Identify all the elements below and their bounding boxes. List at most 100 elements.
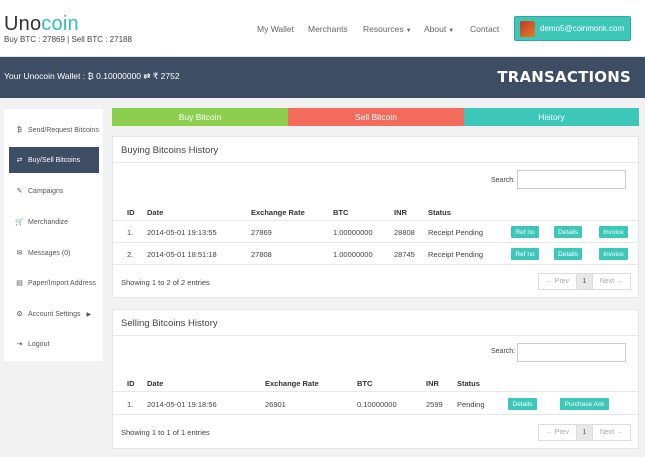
column-header[interactable]: Date bbox=[147, 208, 163, 217]
top-navbar: Unocoin Buy BTC : 27869 | Sell BTC : 271… bbox=[0, 0, 645, 57]
sidebar-item-paper-import[interactable]: ▤ Paper/Import Address bbox=[9, 270, 99, 296]
nav-about[interactable]: About ▼ bbox=[424, 24, 454, 34]
sidebar-item-merchandize[interactable]: 🛒 Merchandize bbox=[9, 209, 99, 235]
sidebar-item-label: Logout bbox=[28, 340, 50, 348]
cell-id: 1. bbox=[127, 228, 134, 237]
pagination: ← Prev 1 Next → bbox=[538, 424, 631, 441]
invoice-button[interactable]: Invoice bbox=[599, 248, 628, 260]
column-header[interactable]: INR bbox=[394, 208, 407, 217]
column-header[interactable]: ID bbox=[127, 379, 135, 388]
prev-page-button[interactable]: ← Prev bbox=[539, 274, 577, 289]
column-header[interactable]: Status bbox=[428, 208, 451, 217]
logo-text: Uno bbox=[4, 13, 42, 35]
cell-rate: 26901 bbox=[265, 400, 286, 409]
column-header[interactable]: BTC bbox=[333, 208, 348, 217]
next-page-button[interactable]: Next → bbox=[593, 274, 630, 289]
cell-inr: 28808 bbox=[394, 228, 415, 237]
cell-inr: 2599 bbox=[426, 400, 443, 409]
next-page-button[interactable]: Next → bbox=[593, 425, 630, 440]
search-label: Search: bbox=[491, 348, 516, 355]
cell-btc: 1.00000000 bbox=[333, 228, 373, 237]
column-header[interactable]: Date bbox=[147, 379, 163, 388]
cell-btc: 0.10000000 bbox=[357, 400, 397, 409]
bitcoin-icon: ₿ bbox=[16, 126, 23, 134]
purchase-ack-button[interactable]: Purchase Ack bbox=[560, 398, 609, 410]
cell-status: Receipt Pending bbox=[428, 228, 484, 237]
column-header[interactable]: Status bbox=[457, 379, 480, 388]
column-header[interactable]: Exchange Rate bbox=[265, 379, 319, 388]
pagination: ← Prev 1 Next → bbox=[538, 273, 631, 290]
panel-title: Selling Bitcoins History bbox=[121, 318, 218, 329]
search-label: Search: bbox=[491, 177, 516, 184]
cell-inr: 28745 bbox=[394, 250, 415, 259]
details-button[interactable]: Details bbox=[554, 226, 582, 238]
divider bbox=[113, 264, 638, 265]
ref-no-button[interactable]: Ref no bbox=[511, 226, 539, 238]
column-header[interactable]: Exchange Rate bbox=[251, 208, 305, 217]
avatar bbox=[520, 21, 535, 37]
panel-title: Buying Bitcoins History bbox=[121, 145, 219, 156]
nav-merchants[interactable]: Merchants bbox=[308, 24, 348, 34]
search-input[interactable] bbox=[517, 170, 626, 189]
cell-rate: 27869 bbox=[251, 228, 272, 237]
sidebar-item-send-request[interactable]: ₿ Send/Request Bitcoins bbox=[9, 117, 99, 143]
cell-id: 1. bbox=[127, 400, 134, 409]
prev-page-button[interactable]: ← Prev bbox=[539, 425, 577, 440]
nav-label: Contact bbox=[470, 24, 500, 34]
logo[interactable]: Unocoin bbox=[4, 13, 79, 36]
logo-accent-text: coin bbox=[41, 13, 79, 35]
cell-status: Receipt Pending bbox=[428, 250, 484, 259]
search-input[interactable] bbox=[517, 343, 626, 362]
sidebar-item-campaigns[interactable]: ✎ Campaigns bbox=[9, 178, 99, 204]
tab-label: Buy Bitcoin bbox=[178, 112, 222, 122]
sidebar-item-label: Paper/Import Address bbox=[28, 279, 96, 287]
column-header[interactable]: BTC bbox=[357, 379, 372, 388]
file-icon: ▤ bbox=[16, 280, 23, 287]
envelope-icon: ✉ bbox=[16, 250, 23, 257]
page-title: TRANSACTIONS bbox=[497, 68, 631, 86]
tab-label: History bbox=[538, 112, 565, 122]
divider bbox=[113, 391, 638, 392]
entries-info: Showing 1 to 2 of 2 entries bbox=[121, 278, 210, 287]
details-button[interactable]: Details bbox=[508, 398, 537, 410]
sidebar-item-label: Account Settings bbox=[28, 310, 81, 318]
nav-resources[interactable]: Resources ▼ bbox=[363, 24, 412, 34]
nav-contact[interactable]: Contact bbox=[470, 24, 499, 34]
page-number-button[interactable]: 1 bbox=[577, 274, 593, 289]
sidebar-item-account-settings[interactable]: ⚙ Account Settings ▶ bbox=[9, 301, 99, 327]
chevron-down-icon: ▼ bbox=[448, 28, 455, 34]
cell-date: 2014-05-01 19:13:55 bbox=[147, 228, 217, 237]
cell-status: Pending bbox=[457, 400, 485, 409]
sidebar-item-label: Buy/Sell Bitcoins bbox=[28, 156, 81, 164]
entries-info: Showing 1 to 1 of 1 entries bbox=[121, 428, 210, 437]
page-number-button[interactable]: 1 bbox=[577, 425, 593, 440]
cell-date: 2014-05-01 19:18:56 bbox=[147, 400, 217, 409]
gears-icon: ⚙ bbox=[16, 311, 23, 318]
nav-label: My Wallet bbox=[257, 24, 294, 34]
details-button[interactable]: Details bbox=[554, 248, 582, 260]
logout-icon: ⇥ bbox=[16, 341, 23, 348]
invoice-button[interactable]: Invoice bbox=[599, 226, 628, 238]
column-header[interactable]: ID bbox=[127, 208, 135, 217]
divider bbox=[113, 220, 638, 221]
tab-sell-bitcoin[interactable]: Sell Bitcoin bbox=[288, 108, 464, 126]
column-header[interactable]: INR bbox=[426, 379, 439, 388]
tab-history[interactable]: History bbox=[464, 108, 639, 126]
selling-history-panel: Selling Bitcoins History Search: ID Date… bbox=[112, 309, 639, 449]
user-email: demo5@coinmonk.com bbox=[540, 24, 625, 33]
sidebar: ₿ Send/Request Bitcoins ⇄ Buy/Sell Bitcoin… bbox=[4, 109, 103, 361]
cell-btc: 1.00000000 bbox=[333, 250, 373, 259]
user-menu-button[interactable]: demo5@coinmonk.com bbox=[514, 16, 631, 41]
ref-no-button[interactable]: Ref no bbox=[511, 248, 539, 260]
chevron-right-icon: ▶ bbox=[86, 311, 92, 318]
divider bbox=[113, 162, 638, 163]
sidebar-item-buy-sell[interactable]: ⇄ Buy/Sell Bitcoins bbox=[9, 147, 99, 173]
tab-buy-bitcoin[interactable]: Buy Bitcoin bbox=[112, 108, 288, 126]
divider bbox=[113, 335, 638, 336]
divider bbox=[113, 242, 638, 243]
tab-label: Sell Bitcoin bbox=[354, 112, 398, 122]
nav-my-wallet[interactable]: My Wallet bbox=[257, 24, 294, 34]
sidebar-item-logout[interactable]: ⇥ Logout bbox=[9, 331, 99, 357]
sidebar-item-messages[interactable]: ✉ Messages (0) bbox=[9, 240, 99, 266]
wallet-balance: Your Unocoin Wallet : ₿ 0.10000000 ⇄ ₹ 2… bbox=[4, 71, 180, 81]
